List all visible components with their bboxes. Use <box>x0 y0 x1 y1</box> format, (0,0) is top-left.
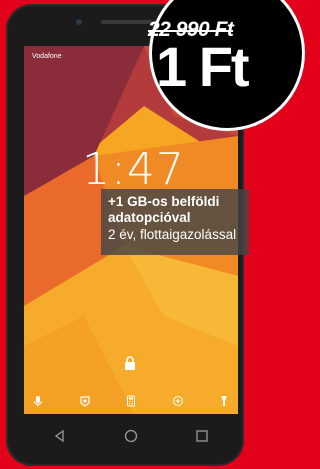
front-camera <box>76 19 82 25</box>
microphone-icon[interactable] <box>32 394 44 407</box>
flashlight-icon[interactable] <box>218 394 230 406</box>
lock-clock: 1:47 <box>82 144 185 195</box>
vodafone-app-icon[interactable] <box>79 394 91 407</box>
promo-line-2: adatopcióval <box>108 210 191 225</box>
promo-line-1: +1 GB-os belföldi <box>108 194 220 209</box>
lock-icon[interactable] <box>124 356 136 370</box>
calculator-icon[interactable] <box>125 394 137 407</box>
browser-icon[interactable] <box>172 394 184 406</box>
back-icon[interactable] <box>52 428 68 444</box>
earpiece <box>101 20 153 24</box>
recents-icon[interactable] <box>194 428 210 444</box>
home-icon[interactable] <box>123 428 139 444</box>
new-price: 1 Ft <box>156 35 250 98</box>
navigation-bar <box>24 418 238 454</box>
promo-line-3: 2 év, flottaigazolással <box>108 227 237 242</box>
promo-box: +1 GB-os belföldi adatopcióval 2 év, flo… <box>101 189 249 255</box>
carrier-label: Vodafone <box>32 53 62 60</box>
lock-shortcuts <box>32 393 230 407</box>
